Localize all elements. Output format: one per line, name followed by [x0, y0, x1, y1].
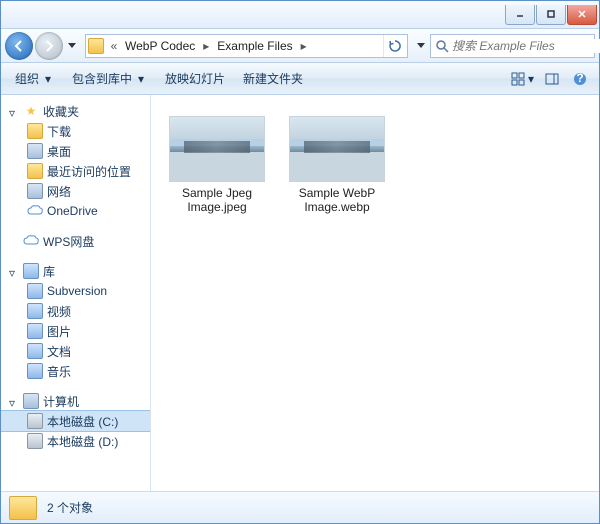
- minimize-button[interactable]: [505, 5, 535, 25]
- drive-icon: [27, 413, 43, 429]
- sidebar-item-documents[interactable]: 文档: [1, 341, 150, 361]
- collapse-icon: ▿: [9, 106, 19, 116]
- network-icon: [27, 183, 43, 199]
- address-bar-row: « WebP Codec ▸ Example Files ▸: [1, 29, 599, 63]
- cloud-icon: [23, 233, 39, 249]
- sidebar-item-drive-c[interactable]: 本地磁盘 (C:): [1, 411, 150, 431]
- command-bar: 组织▾ 包含到库中▾ 放映幻灯片 新建文件夹 ▾ ?: [1, 63, 599, 95]
- preview-pane-button[interactable]: [539, 67, 565, 91]
- breadcrumb-chevron[interactable]: «: [108, 35, 120, 57]
- sidebar-item-desktop[interactable]: 桌面: [1, 141, 150, 161]
- new-folder-button[interactable]: 新建文件夹: [235, 66, 311, 91]
- thumbnail: [169, 116, 265, 182]
- sidebar-item-drive-d[interactable]: 本地磁盘 (D:): [1, 431, 150, 451]
- collapse-icon: ▿: [9, 266, 19, 276]
- title-bar: [1, 1, 599, 29]
- thumbnail: [289, 116, 385, 182]
- library-icon: [27, 283, 43, 299]
- navigation-pane[interactable]: ▿★收藏夹 下载 桌面 最近访问的位置 网络 OneDrive WPS网盘 ▿库…: [1, 95, 151, 491]
- onedrive-icon: [27, 203, 43, 219]
- computer-group[interactable]: ▿计算机: [1, 391, 150, 411]
- search-box[interactable]: [430, 34, 595, 58]
- include-in-library-menu[interactable]: 包含到库中▾: [64, 66, 155, 91]
- slideshow-button[interactable]: 放映幻灯片: [157, 66, 233, 91]
- breadcrumb-chevron[interactable]: ▸: [200, 35, 212, 57]
- refresh-button[interactable]: [383, 35, 405, 57]
- explorer-body: ▿★收藏夹 下载 桌面 最近访问的位置 网络 OneDrive WPS网盘 ▿库…: [1, 95, 599, 491]
- libraries-group[interactable]: ▿库: [1, 261, 150, 281]
- file-item[interactable]: Sample Jpeg Image.jpeg: [167, 111, 267, 220]
- explorer-window: « WebP Codec ▸ Example Files ▸ 组织▾ 包含到库中…: [0, 0, 600, 524]
- organize-menu[interactable]: 组织▾: [7, 66, 62, 91]
- sidebar-item-pictures[interactable]: 图片: [1, 321, 150, 341]
- sidebar-item-videos[interactable]: 视频: [1, 301, 150, 321]
- breadcrumb-chevron[interactable]: ▸: [298, 35, 310, 57]
- drive-icon: [27, 433, 43, 449]
- address-bar[interactable]: « WebP Codec ▸ Example Files ▸: [85, 34, 408, 58]
- breadcrumb-segment[interactable]: WebP Codec: [120, 35, 200, 57]
- maximize-button[interactable]: [536, 5, 566, 25]
- chevron-down-icon: ▾: [135, 73, 147, 85]
- sidebar-item-subversion[interactable]: Subversion: [1, 281, 150, 301]
- svg-text:?: ?: [576, 72, 583, 85]
- folder-icon: [9, 496, 37, 520]
- address-dropdown[interactable]: [414, 35, 428, 57]
- picture-icon: [27, 323, 43, 339]
- video-icon: [27, 303, 43, 319]
- back-button[interactable]: [5, 32, 33, 60]
- window-controls: [504, 5, 597, 25]
- sidebar-item-onedrive[interactable]: OneDrive: [1, 201, 150, 221]
- star-icon: ★: [23, 103, 39, 119]
- sidebar-item-music[interactable]: 音乐: [1, 361, 150, 381]
- status-text: 2 个对象: [47, 499, 93, 516]
- search-input[interactable]: [452, 39, 600, 53]
- close-button[interactable]: [567, 5, 597, 25]
- breadcrumb-segment[interactable]: Example Files: [212, 35, 297, 57]
- folder-icon: [88, 38, 104, 54]
- file-list[interactable]: Sample Jpeg Image.jpeg Sample WebP Image…: [151, 95, 599, 491]
- sidebar-item-recent[interactable]: 最近访问的位置: [1, 161, 150, 181]
- file-item[interactable]: Sample WebP Image.webp: [287, 111, 387, 220]
- chevron-down-icon: ▾: [42, 73, 54, 85]
- desktop-icon: [27, 143, 43, 159]
- view-options-button[interactable]: ▾: [511, 67, 537, 91]
- help-button[interactable]: ?: [567, 67, 593, 91]
- forward-button: [35, 32, 63, 60]
- recent-icon: [27, 163, 43, 179]
- folder-icon: [27, 123, 43, 139]
- file-name: Sample Jpeg Image.jpeg: [172, 186, 262, 215]
- sidebar-item-downloads[interactable]: 下载: [1, 121, 150, 141]
- music-icon: [27, 363, 43, 379]
- document-icon: [27, 343, 43, 359]
- chevron-down-icon: ▾: [525, 73, 537, 85]
- collapse-icon: ▿: [9, 396, 19, 406]
- computer-icon: [23, 393, 39, 409]
- wps-group[interactable]: WPS网盘: [1, 231, 150, 251]
- library-icon: [23, 263, 39, 279]
- file-name: Sample WebP Image.webp: [292, 186, 382, 215]
- favorites-group[interactable]: ▿★收藏夹: [1, 101, 150, 121]
- search-icon: [435, 39, 449, 53]
- sidebar-item-network[interactable]: 网络: [1, 181, 150, 201]
- status-bar: 2 个对象: [1, 491, 599, 523]
- history-dropdown[interactable]: [65, 35, 79, 57]
